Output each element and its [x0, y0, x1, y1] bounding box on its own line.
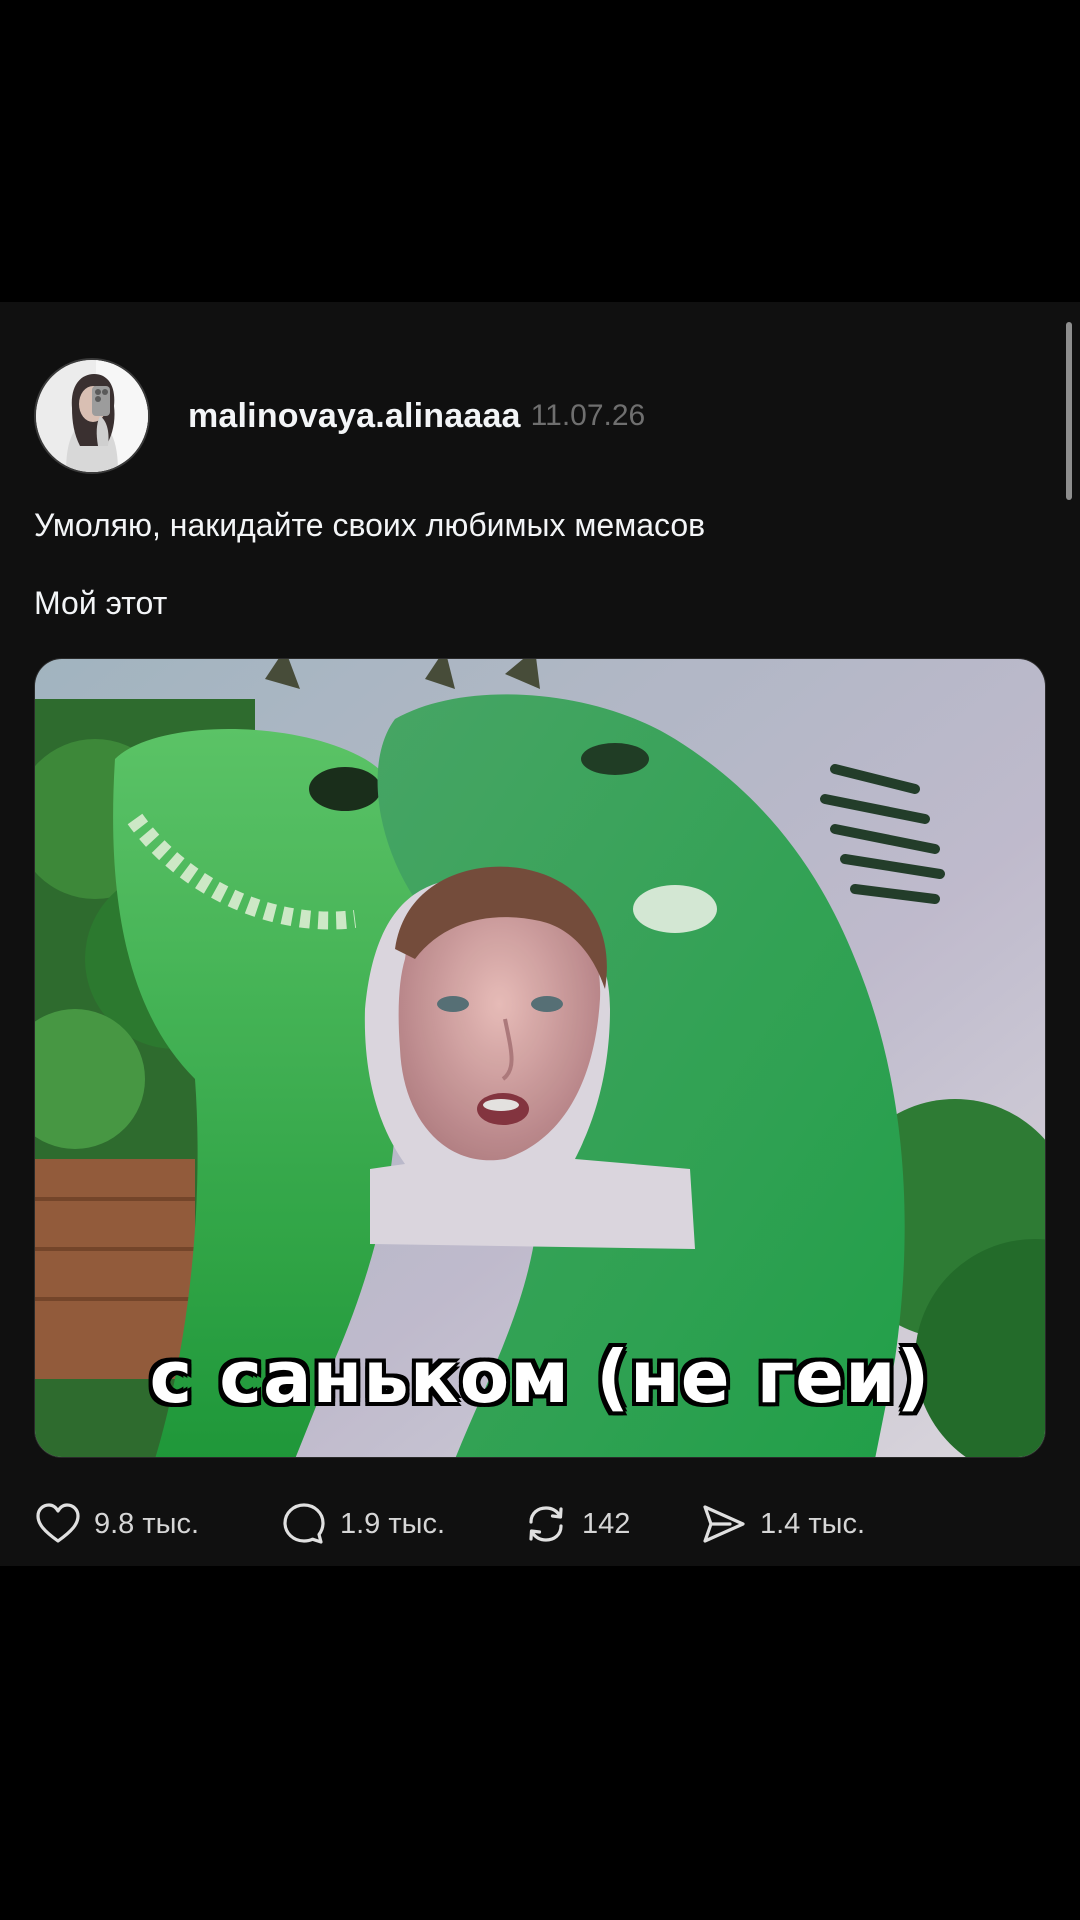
post-image[interactable]: с саньком (не геи) [34, 658, 1046, 1458]
send-icon [700, 1500, 748, 1548]
repost-button[interactable]: 142 [522, 1494, 630, 1554]
comment-button[interactable]: 1.9 тыс. [280, 1494, 445, 1554]
profile-photo-icon [36, 360, 148, 472]
post-card: malinovaya.alinaaaa 11.07.26 Умоляю, нак… [0, 302, 1080, 1566]
reposts-count: 142 [582, 1507, 631, 1540]
like-button[interactable]: 9.8 тыс. [34, 1494, 199, 1554]
scrollbar[interactable] [1066, 322, 1072, 500]
author-username[interactable]: malinovaya.alinaaaa [188, 397, 521, 436]
meme-caption: с саньком (не геи) [149, 1335, 931, 1419]
post-text-line: Умоляю, накидайте своих любимых мемасов [34, 507, 706, 543]
post-header: malinovaya.alinaaaa 11.07.26 [34, 357, 645, 475]
post-text-line: Мой этот [34, 585, 168, 621]
share-button[interactable]: 1.4 тыс. [700, 1494, 865, 1554]
post-actions: 9.8 тыс. 1.9 тыс. 142 1.4 тыс. [34, 1494, 1046, 1554]
likes-count: 9.8 тыс. [94, 1507, 200, 1540]
comment-bubble-icon [280, 1500, 328, 1548]
heart-icon [34, 1500, 82, 1548]
repost-icon [522, 1500, 570, 1548]
shares-count: 1.4 тыс. [760, 1507, 866, 1540]
post-date: 11.07.26 [530, 399, 646, 432]
comments-count: 1.9 тыс. [340, 1507, 446, 1540]
avatar[interactable] [34, 358, 150, 474]
